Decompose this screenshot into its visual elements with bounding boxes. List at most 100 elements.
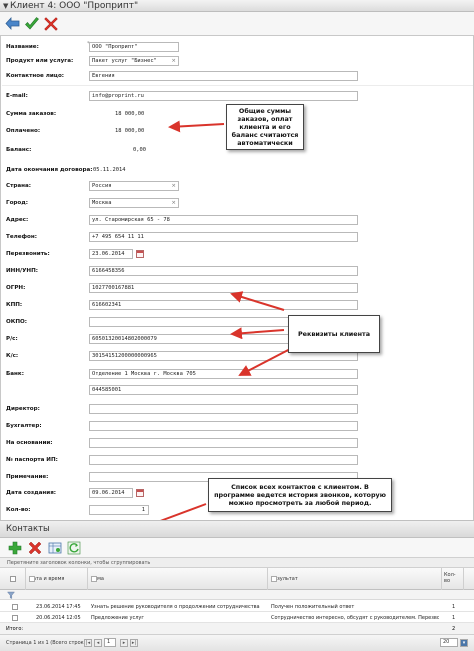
total-value: 2 — [452, 626, 456, 632]
name-field[interactable]: ООО "Проприпт" — [89, 42, 179, 52]
calendar-icon[interactable] — [136, 250, 144, 258]
label-callback: Перезвонить: — [6, 251, 50, 257]
callback-date-field[interactable]: 23.06.2014 — [89, 249, 133, 259]
label-ogrn: ОГРН: — [6, 285, 26, 291]
label-phone: Телефон: — [6, 234, 37, 240]
phone-field[interactable]: +7 495 654 11 11 — [89, 232, 358, 242]
orders-sum-value: 18 000,00 — [115, 111, 145, 117]
label-kpp: КПП: — [6, 302, 23, 308]
count-field[interactable]: 1 — [89, 505, 149, 515]
ogrn-field[interactable]: 1027700167881 — [89, 283, 358, 293]
paid-value: 18 000,00 — [115, 128, 145, 134]
prev-page-button[interactable]: ◂ — [94, 639, 102, 647]
filter-dropdown-icon[interactable] — [271, 576, 277, 582]
created-date-field[interactable]: 09.06.2014 — [89, 488, 133, 498]
row-result: Получен положительный ответ — [271, 604, 355, 610]
product-select[interactable]: Пакет услуг "Бизнес" — [89, 56, 179, 66]
label-ks: К/с: — [6, 353, 19, 359]
contacts-section-title: Контакты — [6, 524, 50, 534]
contacts-section-header: Контакты — [0, 520, 474, 538]
page-size-select[interactable]: 20 — [440, 638, 458, 647]
address-field[interactable]: ул. Старомирская 65 - 78 — [89, 215, 358, 225]
contacts-grid-header: Дата и время Тема Результат Кол-во — [0, 568, 474, 590]
row-checkbox[interactable] — [12, 604, 18, 610]
bik-field[interactable]: 044585001 — [89, 385, 358, 395]
city-select[interactable]: Москва — [89, 198, 179, 208]
row-result: Сотрудничество интересно, обсудят с руко… — [271, 615, 439, 621]
label-email: E-mail: — [6, 93, 28, 99]
label-balance: Баланс: — [6, 147, 32, 153]
inn-field[interactable]: 6166458356 — [89, 266, 358, 276]
callout-sums: Общие суммы заказов, оплат клиента и его… — [226, 104, 304, 150]
email-field[interactable]: info@proprint.ru — [89, 91, 358, 101]
balance-value: 0,00 — [133, 147, 146, 153]
table-row[interactable]: 20.06.2014 12:05 Предложение услуг Сотру… — [0, 612, 474, 623]
delete-icon[interactable] — [28, 541, 42, 555]
ip-passport-field[interactable] — [89, 455, 358, 465]
row-topic: Узнать решение руководителя о продолжени… — [91, 604, 260, 610]
select-all-column[interactable] — [0, 568, 26, 590]
label-count: Кол-во: — [6, 507, 31, 513]
group-by-hint[interactable]: Перетяните заголовок колонки, чтобы сгру… — [0, 558, 474, 568]
collapse-arrow-icon[interactable]: ▼ — [3, 2, 8, 10]
calendar-icon[interactable] — [136, 489, 144, 497]
group-hint-text: Перетяните заголовок колонки, чтобы сгру… — [7, 560, 151, 566]
table-settings-icon[interactable] — [48, 541, 62, 555]
callout-requisites: Реквизиты клиента — [288, 315, 380, 353]
row-date: 20.06.2014 12:05 — [36, 615, 81, 621]
basis-field[interactable] — [89, 438, 358, 448]
label-director: Директор: — [6, 406, 40, 412]
record-toolbar — [0, 12, 474, 36]
checkmark-icon[interactable] — [24, 16, 40, 32]
window-title: Клиент 4: ООО "Проприпт" — [10, 1, 139, 11]
add-icon[interactable] — [8, 541, 22, 555]
label-contact: Контактное лицо: — [6, 73, 65, 79]
label-okpo: ОКПО: — [6, 319, 28, 325]
label-country: Страна: — [6, 183, 32, 189]
row-count: 1 — [452, 615, 456, 621]
column-result[interactable]: Результат — [268, 568, 442, 590]
filter-icon[interactable] — [7, 591, 15, 599]
label-product: Продукт или услуга: — [6, 58, 74, 64]
page-size-dropdown-icon[interactable]: ▾ — [460, 639, 468, 647]
column-date[interactable]: Дата и время — [26, 568, 88, 590]
filter-dropdown-icon[interactable] — [91, 576, 97, 582]
grid-total-row: Итого: 2 — [0, 623, 474, 635]
label-city: Город: — [6, 200, 29, 206]
label-note: Примечание: — [6, 474, 49, 480]
label-created: Дата создания: — [6, 490, 57, 496]
last-page-button[interactable]: ▸| — [130, 639, 138, 647]
row-topic: Предложение услуг — [91, 615, 144, 621]
select-all-checkbox[interactable] — [10, 576, 16, 582]
first-page-button[interactable]: |◂ — [84, 639, 92, 647]
label-name: Название: — [6, 44, 39, 50]
label-paid: Оплачено: — [6, 128, 41, 134]
row-checkbox[interactable] — [12, 615, 18, 621]
filter-dropdown-icon[interactable] — [29, 576, 35, 582]
pager-text: Страница 1 из 1 (Всего строк: 2) — [6, 640, 93, 646]
column-count-label: Кол-во — [444, 572, 456, 584]
label-accountant: Бухгалтер: — [6, 423, 42, 429]
contact-field[interactable]: Евгения — [89, 71, 358, 81]
callout-contacts: Список всех контактов с клиентом. В прог… — [208, 478, 392, 512]
kpp-field[interactable]: 616602341 — [89, 300, 358, 310]
current-page-field[interactable]: 1 — [104, 638, 116, 647]
close-icon[interactable] — [43, 16, 59, 32]
column-count[interactable]: Кол-во — [442, 568, 464, 590]
label-contract-end: Дата окончания договора: — [6, 167, 93, 173]
back-arrow-icon[interactable] — [5, 16, 21, 32]
refresh-icon[interactable] — [67, 541, 81, 555]
column-topic[interactable]: Тема — [88, 568, 268, 590]
label-bank: Банк: — [6, 371, 24, 377]
row-count: 1 — [452, 604, 456, 610]
table-row[interactable]: 23.06.2014 17:45 Узнать решение руководи… — [0, 601, 474, 612]
director-field[interactable] — [89, 404, 358, 414]
label-basis: На основании: — [6, 440, 53, 446]
filter-row — [0, 590, 474, 600]
accountant-field[interactable] — [89, 421, 358, 431]
country-select[interactable]: Россия — [89, 181, 179, 191]
contract-end-value: 05.11.2014 — [93, 167, 126, 173]
label-orders-sum: Сумма заказов: — [6, 111, 57, 117]
bank-field[interactable]: Отделение 1 Москва г. Москва 705 — [89, 369, 358, 379]
next-page-button[interactable]: ▸ — [120, 639, 128, 647]
